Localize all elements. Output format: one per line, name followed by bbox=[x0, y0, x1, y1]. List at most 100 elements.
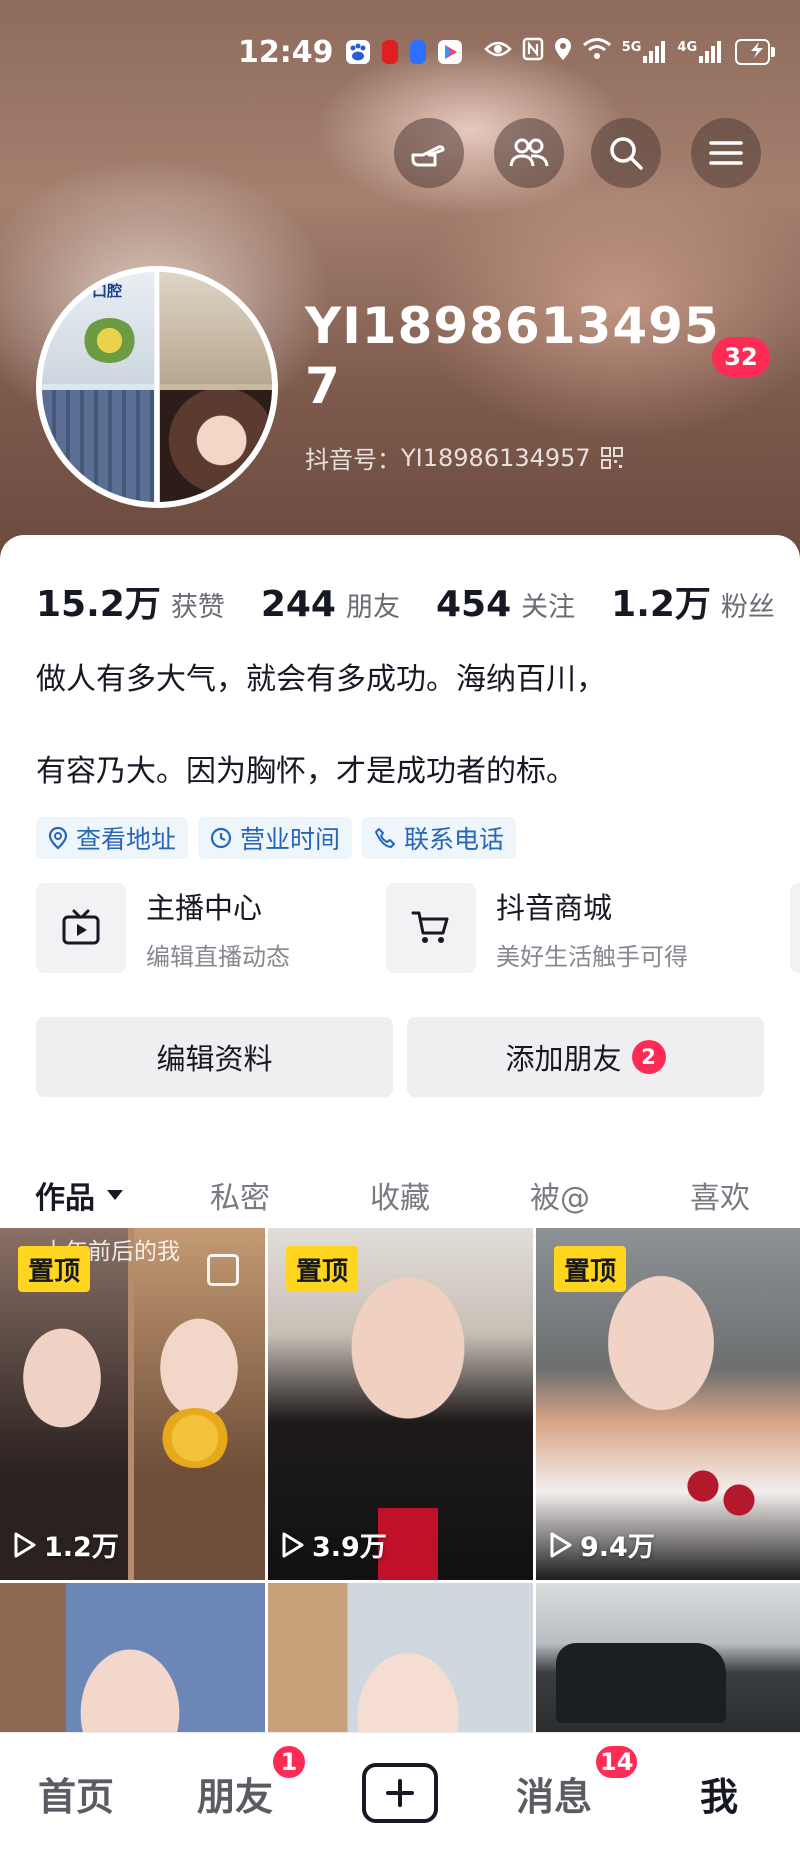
stat-value: 244 bbox=[260, 584, 336, 625]
avatar-sign-text: 口腔 bbox=[92, 282, 123, 300]
voice-app-icon bbox=[409, 40, 426, 64]
play-count-value: 1.2万 bbox=[44, 1532, 119, 1563]
hand-pointer-icon bbox=[411, 145, 445, 167]
friends-icon bbox=[509, 138, 549, 167]
stat-label: 获赞 bbox=[170, 592, 225, 623]
tab-label: 收藏 bbox=[370, 1181, 430, 1216]
douyin-id[interactable]: 抖音号： YI18986134957 bbox=[305, 440, 623, 475]
add-friends-button[interactable]: 添加朋友 2 bbox=[407, 1017, 764, 1097]
stat-friends[interactable]: 244 朋友 bbox=[261, 584, 400, 625]
stat-label: 关注 bbox=[521, 592, 576, 623]
tab-label: 作品 bbox=[35, 1181, 95, 1216]
service-subtitle: 编辑直播动态 bbox=[146, 942, 290, 971]
nfc-icon bbox=[522, 37, 544, 67]
notification-badge[interactable]: 32 bbox=[712, 337, 770, 377]
menu-button[interactable] bbox=[691, 118, 761, 188]
tag-contact-phone[interactable]: 联系电话 bbox=[362, 817, 517, 859]
video-thumbnail[interactable] bbox=[268, 1583, 533, 1733]
video-thumbnail[interactable]: 置顶 9.4万 bbox=[536, 1228, 800, 1580]
tag-label: 营业时间 bbox=[240, 825, 341, 854]
video-thumbnail[interactable] bbox=[536, 1583, 800, 1733]
tab-favorites[interactable]: 收藏 bbox=[320, 1155, 480, 1235]
messages-badge: 14 bbox=[593, 1743, 641, 1781]
nav-messages[interactable]: 消息 bbox=[516, 1763, 592, 1823]
app-icon-red bbox=[381, 40, 398, 64]
play-count: 9.4万 bbox=[548, 1525, 655, 1564]
plus-icon bbox=[386, 1779, 414, 1807]
service-douyin-mall[interactable]: 抖音商城 美好生活触手可得 bbox=[386, 883, 736, 973]
signal-icon-5g: 5G bbox=[621, 40, 668, 63]
stat-label: 粉丝 bbox=[720, 592, 775, 623]
stat-value: 454 bbox=[435, 584, 512, 625]
pinned-badge: 置顶 bbox=[18, 1246, 91, 1292]
tab-label: 私密 bbox=[210, 1181, 270, 1216]
network-5g-label: 5G bbox=[621, 40, 642, 55]
stat-following[interactable]: 454 关注 bbox=[436, 584, 575, 625]
add-friends-label: 添加朋友 bbox=[505, 1042, 622, 1076]
stat-followers[interactable]: 1.2万 粉丝 bbox=[611, 575, 775, 627]
service-next-card-edge[interactable] bbox=[790, 883, 800, 973]
tab-private[interactable]: 私密 bbox=[160, 1155, 320, 1235]
play-icon bbox=[14, 1532, 36, 1557]
wifi-icon bbox=[582, 37, 612, 67]
service-title: 抖音商城 bbox=[496, 890, 613, 925]
create-button[interactable] bbox=[362, 1763, 438, 1823]
eye-icon bbox=[483, 39, 512, 65]
play-icon bbox=[282, 1532, 304, 1557]
nav-me[interactable]: 我 bbox=[700, 1763, 738, 1823]
edit-profile-button[interactable]: 编辑资料 bbox=[36, 1017, 393, 1097]
search-icon bbox=[610, 137, 643, 170]
cart-icon bbox=[411, 911, 449, 943]
tab-mentioned[interactable]: 被@ bbox=[480, 1155, 640, 1235]
service-subtitle: 美好生活触手可得 bbox=[496, 942, 688, 971]
tab-likes[interactable]: 喜欢 bbox=[640, 1155, 800, 1235]
tv-icon bbox=[62, 909, 100, 945]
stat-likes[interactable]: 15.2万 获赞 bbox=[36, 575, 225, 627]
add-friends-badge: 2 bbox=[631, 1040, 666, 1074]
phone-icon bbox=[375, 828, 396, 848]
qr-code-icon bbox=[600, 446, 623, 469]
network-4g-label: 4G bbox=[677, 40, 698, 55]
business-tags: 查看地址 营业时间 联系电话 bbox=[36, 817, 526, 859]
pinned-badge: 置顶 bbox=[554, 1246, 627, 1292]
stat-value: 1.2万 bbox=[611, 584, 711, 625]
tab-label: 喜欢 bbox=[690, 1181, 750, 1216]
play-count-value: 3.9万 bbox=[312, 1532, 387, 1563]
tag-business-hours[interactable]: 营业时间 bbox=[198, 817, 353, 859]
tab-works[interactable]: 作品 bbox=[0, 1155, 160, 1236]
video-thumbnail[interactable]: 置顶 3.9万 bbox=[268, 1228, 533, 1580]
menu-icon bbox=[709, 141, 743, 165]
tag-label: 查看地址 bbox=[76, 825, 177, 854]
content-tabs: 作品 私密 收藏 被@ 喜欢 bbox=[0, 1155, 800, 1236]
profile-cover: 12:49 5G 4G 口腔 YI18986134957 32 抖音号： YI1… bbox=[0, 0, 800, 560]
tag-label: 联系电话 bbox=[404, 825, 505, 854]
hand-pointer-button[interactable] bbox=[394, 118, 464, 188]
nav-friends[interactable]: 朋友 bbox=[197, 1763, 273, 1823]
service-streamer-center[interactable]: 主播中心 编辑直播动态 bbox=[36, 883, 386, 973]
clock: 12:49 bbox=[238, 34, 334, 70]
friends-button[interactable] bbox=[494, 118, 564, 188]
play-count-value: 9.4万 bbox=[580, 1532, 655, 1563]
play-icon bbox=[550, 1532, 572, 1557]
search-button[interactable] bbox=[591, 118, 661, 188]
friends-badge: 1 bbox=[270, 1743, 308, 1781]
location-pin-icon bbox=[48, 826, 68, 850]
clock-icon bbox=[210, 827, 232, 849]
video-thumbnail[interactable] bbox=[0, 1583, 265, 1733]
play-count: 3.9万 bbox=[280, 1525, 387, 1564]
nav-home[interactable]: 首页 bbox=[38, 1763, 114, 1823]
stats-row: 15.2万 获赞 244 朋友 454 关注 1.2万 粉丝 bbox=[36, 575, 775, 627]
tag-view-address[interactable]: 查看地址 bbox=[36, 817, 189, 859]
video-thumbnail[interactable]: 十年前后的我 置顶 1.2万 bbox=[0, 1228, 265, 1580]
avatar[interactable]: 口腔 bbox=[36, 266, 278, 508]
status-bar: 12:49 5G 4G bbox=[238, 30, 775, 74]
video-app-icon bbox=[437, 40, 462, 64]
douyin-id-label: 抖音号： bbox=[305, 446, 401, 474]
multi-image-icon bbox=[207, 1254, 239, 1286]
caret-down-icon bbox=[107, 1190, 123, 1200]
baidu-icon bbox=[345, 40, 370, 64]
douyin-id-value: YI18986134957 bbox=[401, 443, 591, 472]
battery-charging-icon bbox=[735, 39, 775, 65]
service-title: 主播中心 bbox=[146, 890, 263, 925]
tab-label: 被@ bbox=[530, 1181, 590, 1216]
